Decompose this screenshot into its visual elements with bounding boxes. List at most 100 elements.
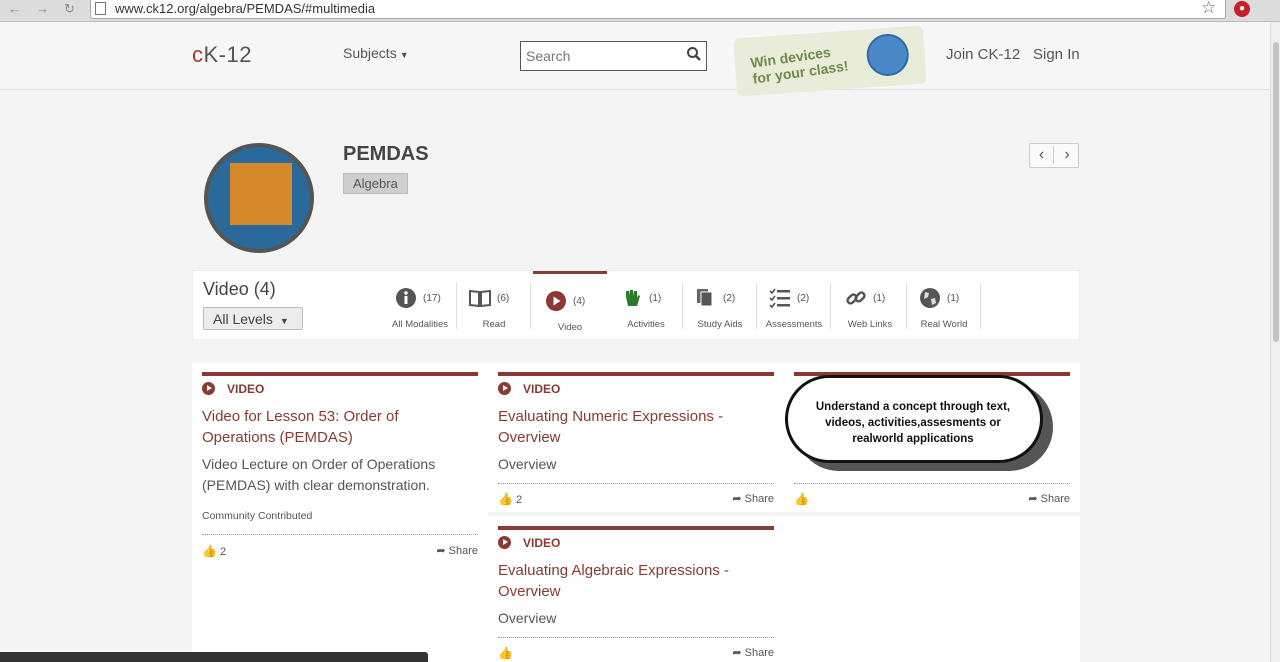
tab-label: Read [482,319,506,330]
modality-heading: Video (4) [203,279,276,299]
tab-all-modalities[interactable]: (17) All Modalities [383,271,457,341]
tab-label: Web Links [847,319,893,330]
ck12-logo[interactable]: cK-12 [192,42,252,68]
tab-study-aids[interactable]: (2) Study Aids [683,271,757,341]
thumbs-up-icon: 👍 [498,492,513,506]
tab-label: All Modalities [392,319,448,330]
video-card[interactable]: VIDEO Video for Lesson 53: Order of Oper… [192,362,488,662]
card-type: VIDEO [202,382,264,396]
subject-tag[interactable]: Algebra [343,173,408,194]
caret-down-icon: ▼ [399,50,409,60]
tab-web-links[interactable]: (1) Web Links [833,271,907,341]
card-type: VIDEO [498,536,560,550]
level-dropdown[interactable]: All Levels ▼ [203,307,303,330]
search-box[interactable] [520,41,707,71]
tab-count: (6) [497,293,510,304]
subjects-label: Subjects [343,45,397,61]
card-title[interactable]: Evaluating Algebraic Expressions - Overv… [498,560,768,602]
concept-title: PEMDAS [343,143,429,165]
like-button[interactable]: 👍 [794,492,809,506]
pages-icon [697,289,713,307]
tab-read[interactable]: (6) Read [457,271,531,341]
subjects-menu[interactable]: Subjects ▼ [343,45,409,61]
tab-label: Assessments [765,319,823,330]
video-card[interactable]: VIDEO Evaluating Numeric Expressions - O… [488,362,784,512]
promo-text: Win devices for your class! [749,42,849,87]
address-bar[interactable]: www.ck12.org/algebra/PEMDAS/#multimedia [90,0,1226,19]
globe-icon [865,32,911,78]
like-button[interactable]: 👍 [498,646,513,660]
like-button[interactable]: 👍 2 [498,492,522,506]
share-button[interactable]: ➦ Share [732,492,774,505]
share-icon: ➦ [732,493,742,505]
tab-label: Study Aids [697,319,743,330]
video-card[interactable]: VIDEO Evaluating Algebraic Expressions -… [488,516,784,662]
card-description: Video Lecture on Order of Operations (PE… [202,456,436,493]
checklist-icon [769,288,790,309]
play-icon [546,291,566,311]
share-button[interactable]: ➦ Share [1028,492,1070,505]
bookmark-star-icon[interactable]: ☆ [1201,0,1216,18]
search-input[interactable] [526,47,676,65]
modality-bar: Video (4) All Levels ▼ (17) All Modaliti… [192,270,1080,340]
share-icon: ➦ [1028,493,1038,505]
tab-count: (1) [873,293,886,304]
status-bar [0,652,428,662]
link-icon [846,291,866,305]
tab-count: (2) [797,293,810,304]
concept-pager: ‹ › [1029,143,1079,168]
chevron-left-icon[interactable]: ‹ [1030,146,1054,164]
concept-image [204,143,314,253]
page-icon [95,2,106,15]
tab-count: (1) [947,293,960,304]
forward-icon[interactable]: → [36,1,49,16]
book-icon [469,289,491,308]
play-icon [202,382,215,395]
thumbs-up-icon: 👍 [202,544,217,558]
tab-label: Video [557,322,583,333]
empty-card-slot [784,516,1080,662]
join-link[interactable]: Join CK-12 [946,46,1020,63]
share-icon: ➦ [732,647,742,659]
tab-activities[interactable]: (1) Activities [609,271,683,341]
share-button[interactable]: ➦ Share [732,646,774,659]
caret-down-icon: ▼ [279,316,289,326]
card-description: Overview [498,610,557,626]
tutorial-callout: Understand a concept through text, video… [785,375,1055,475]
card-type: VIDEO [498,382,560,396]
tab-label: Real World [920,319,968,330]
share-icon: ➦ [436,545,446,557]
like-button[interactable]: 👍 2 [202,544,226,558]
tab-count: (1) [649,293,662,304]
card-description: Overview [498,456,557,472]
share-button[interactable]: ➦ Share [436,544,478,557]
thumbs-up-icon: 👍 [794,492,809,506]
play-icon [498,382,511,395]
reload-icon[interactable]: ↻ [64,1,75,17]
scrollbar-thumb[interactable] [1273,42,1279,342]
search-icon[interactable] [686,46,702,62]
card-title[interactable]: Evaluating Numeric Expressions - Overvie… [498,406,768,448]
card-title[interactable]: Video for Lesson 53: Order of Operations… [202,406,472,448]
back-icon[interactable]: ← [8,1,21,16]
thumbs-up-icon: 👍 [498,646,513,660]
site-header: cK-12 Subjects▼ Win devices for your cla… [0,22,1270,97]
play-icon [498,536,511,549]
url-text[interactable]: www.ck12.org/algebra/PEMDAS/#multimedia [115,1,375,16]
tab-count: (2) [723,293,736,304]
tab-video[interactable]: (4) Video [533,271,607,341]
sign-in-link[interactable]: Sign In [1033,46,1080,63]
globe-icon [920,288,940,308]
tab-real-world[interactable]: (1) Real World [907,271,981,341]
callout-text: Understand a concept through text, video… [815,401,1011,445]
browser-toolbar: ← → ↻ www.ck12.org/algebra/PEMDAS/#multi… [0,0,1280,22]
tab-count: (17) [423,293,441,304]
chevron-right-icon[interactable]: › [1055,146,1079,164]
card-contributor: Community Contributed [202,510,313,522]
hand-icon [626,290,640,306]
extension-icon[interactable]: ● [1234,1,1250,17]
tab-assessments[interactable]: (2) Assessments [757,271,831,341]
tab-count: (4) [573,296,586,307]
info-icon [396,288,416,308]
promo-banner[interactable]: Win devices for your class! [733,25,927,97]
